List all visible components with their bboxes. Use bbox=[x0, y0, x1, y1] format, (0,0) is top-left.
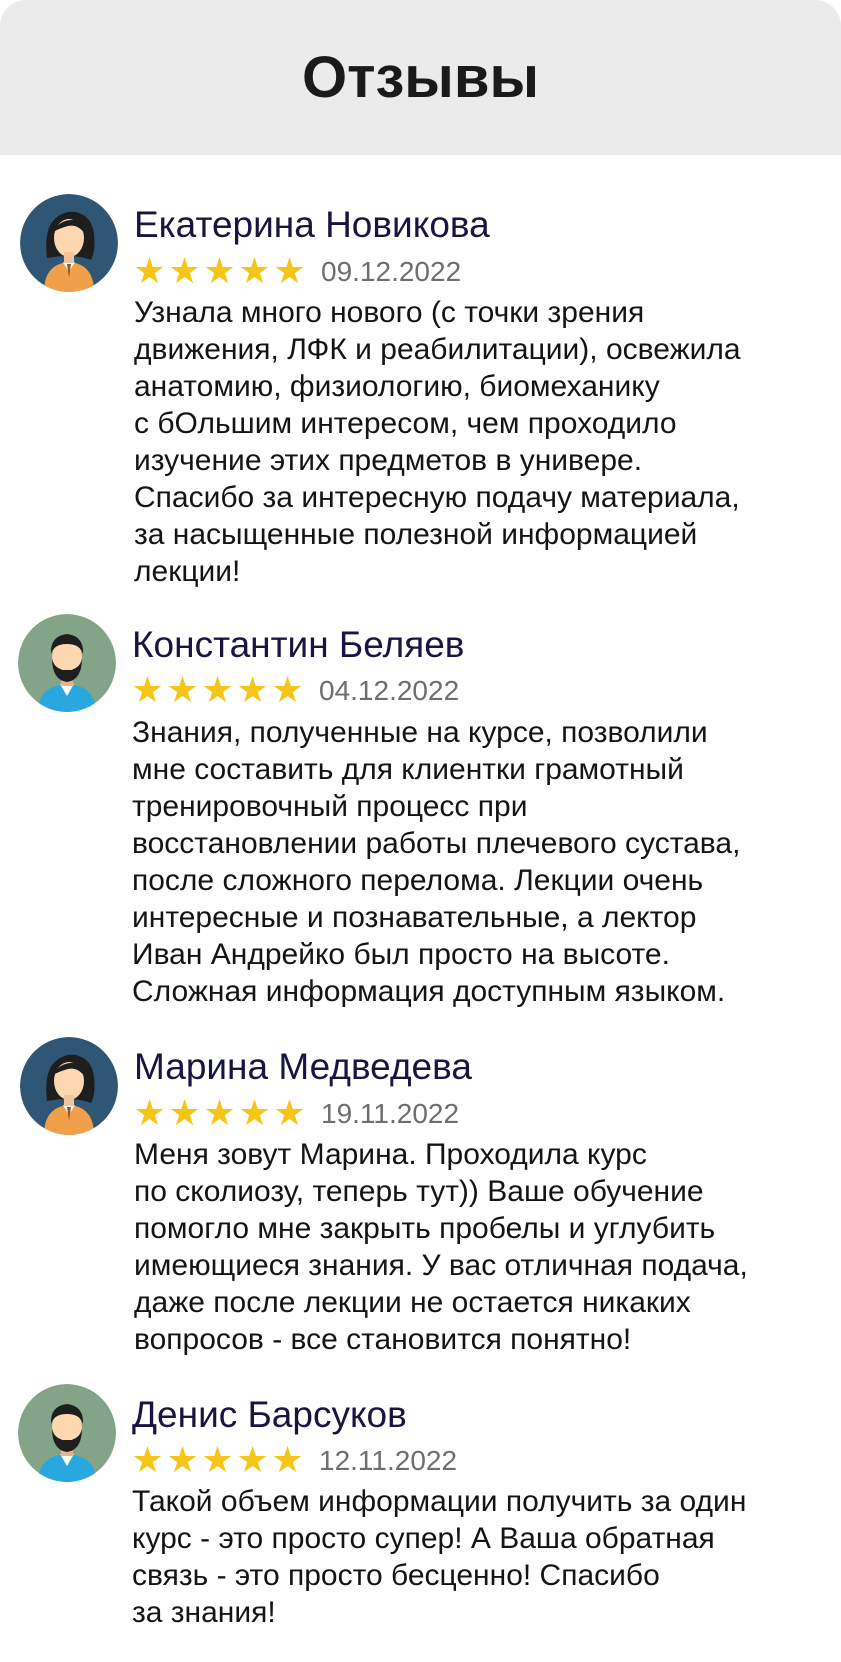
female-avatar-icon bbox=[20, 1037, 118, 1135]
review-text-line: имеющиеся знания. У вас отличная подача, bbox=[134, 1249, 748, 1282]
star-icon: ★ bbox=[203, 251, 236, 292]
review-text-line: за знания! bbox=[132, 1596, 276, 1629]
star-rating: ★ ★ ★ ★ ★ bbox=[132, 1096, 307, 1132]
review-text-line: по сколиозу, теперь тут)) Ваше обучение bbox=[134, 1175, 704, 1208]
star-icon: ★ bbox=[131, 1440, 164, 1481]
rating-row: ★ ★ ★ ★ ★ 19.11.2022 bbox=[132, 1096, 459, 1132]
review-text-line: после сложного перелома. Лекции очень bbox=[132, 864, 704, 897]
reviewer-name: Марина Медведева bbox=[134, 1046, 472, 1087]
review-text-line: Такой объем информации получить за один bbox=[132, 1485, 747, 1518]
star-icon: ★ bbox=[168, 251, 201, 292]
star-icon: ★ bbox=[203, 1093, 236, 1134]
review-text-line: Узнала много нового (с точки зрения bbox=[134, 296, 645, 329]
review-text-line: Спасибо за интересную подачу материала, bbox=[134, 481, 740, 514]
reviewer-name: Екатерина Новикова bbox=[134, 204, 490, 245]
female-avatar-icon bbox=[20, 194, 118, 292]
review-text-line: мне составить для клиентки грамотный bbox=[132, 753, 684, 786]
star-rating: ★ ★ ★ ★ ★ bbox=[130, 1443, 305, 1479]
review-date: 12.11.2022 bbox=[319, 1445, 458, 1476]
reviewer-name: Денис Барсуков bbox=[132, 1394, 407, 1435]
review-text-line: восстановлении работы плечевого сустава, bbox=[132, 827, 741, 860]
review-text-line: лекции! bbox=[134, 555, 241, 588]
star-icon: ★ bbox=[238, 1093, 271, 1134]
review-date: 04.12.2022 bbox=[319, 675, 460, 706]
star-icon: ★ bbox=[201, 1440, 234, 1481]
review-date: 09.12.2022 bbox=[321, 256, 462, 287]
review-text-line: Знания, полученные на курсе, позволили bbox=[132, 716, 708, 749]
star-icon: ★ bbox=[133, 1093, 166, 1134]
rating-row: ★ ★ ★ ★ ★ 04.12.2022 bbox=[130, 673, 459, 709]
review-text-line: Иван Андрейко был просто на высоте. bbox=[132, 938, 670, 971]
review-text-line: движения, ЛФК и реабилитации), освежила bbox=[134, 333, 741, 366]
star-icon: ★ bbox=[166, 670, 199, 711]
star-icon: ★ bbox=[236, 1440, 269, 1481]
review-text-line: изучение этих предметов в универе. bbox=[134, 444, 643, 477]
review-text-line: даже после лекции не остается никаких bbox=[134, 1286, 691, 1319]
review-text-line: Сложная информация доступным языком. bbox=[132, 975, 726, 1008]
review-text-line: помогло мне закрыть пробелы и углубить bbox=[134, 1212, 716, 1245]
star-icon: ★ bbox=[273, 1093, 306, 1134]
review-text-line: тренировочный процесс при bbox=[132, 790, 528, 823]
star-icon: ★ bbox=[271, 1440, 304, 1481]
star-icon: ★ bbox=[238, 251, 271, 292]
review-date: 19.11.2022 bbox=[321, 1098, 460, 1129]
review-text-line: связь - это просто бесценно! Спасибо bbox=[132, 1559, 660, 1592]
star-icon: ★ bbox=[273, 251, 306, 292]
review-text-line: курс - это просто супер! А Ваша обратная bbox=[132, 1522, 715, 1555]
star-icon: ★ bbox=[133, 251, 166, 292]
rating-row: ★ ★ ★ ★ ★ 12.11.2022 bbox=[130, 1443, 457, 1479]
review-text-line: с бОльшим интересом, чем проходило bbox=[134, 407, 677, 440]
reviewer-name: Константин Беляев bbox=[132, 624, 465, 665]
star-icon: ★ bbox=[166, 1440, 199, 1481]
star-icon: ★ bbox=[168, 1093, 201, 1134]
star-rating: ★ ★ ★ ★ ★ bbox=[132, 254, 307, 290]
review-text: Узнала много нового (с точки зрения движ… bbox=[134, 294, 834, 590]
review-text: Знания, полученные на курсе, позволили м… bbox=[132, 714, 832, 1010]
reviews-header: Отзывы bbox=[0, 0, 841, 155]
page-title: Отзывы bbox=[301, 45, 540, 110]
review-text-line: интересные и познавательные, а лектор bbox=[132, 901, 697, 934]
review-text: Меня зовут Марина. Проходила курс по ско… bbox=[134, 1136, 834, 1358]
star-icon: ★ bbox=[131, 670, 164, 711]
review-text-line: анатомию, физиологию, биомеханику bbox=[134, 370, 660, 403]
star-icon: ★ bbox=[201, 670, 234, 711]
review-text-line: за насыщенные полезной информацией bbox=[134, 518, 698, 551]
male-avatar-icon bbox=[18, 614, 116, 712]
male-avatar-icon bbox=[18, 1384, 116, 1482]
rating-row: ★ ★ ★ ★ ★ 09.12.2022 bbox=[132, 254, 461, 290]
review-text-line: вопросов - все становится понятно! bbox=[134, 1323, 632, 1356]
star-icon: ★ bbox=[236, 670, 269, 711]
star-rating: ★ ★ ★ ★ ★ bbox=[130, 673, 305, 709]
review-text: Такой объем информации получить за один … bbox=[132, 1483, 832, 1631]
star-icon: ★ bbox=[271, 670, 304, 711]
review-text-line: Меня зовут Марина. Проходила курс bbox=[134, 1138, 647, 1171]
